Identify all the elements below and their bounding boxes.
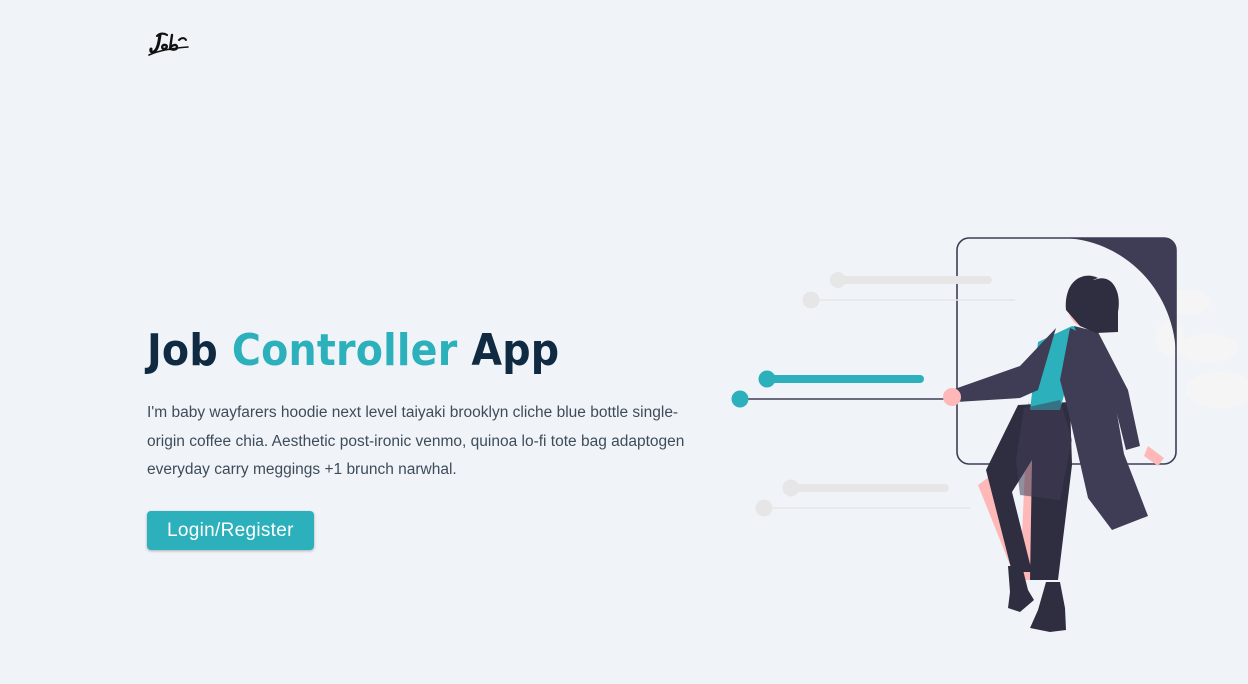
title-job: Job: [147, 325, 218, 376]
login-register-button[interactable]: Login/Register: [147, 510, 314, 550]
slider-bottom: [755, 479, 970, 517]
slider-active: [731, 370, 948, 408]
title-app: App: [471, 325, 560, 376]
woman-figure: [943, 275, 1164, 632]
hero-description: I'm baby wayfarers hoodie next level tai…: [147, 404, 685, 479]
slider-top: [802, 272, 1015, 309]
jobs-logo-icon[interactable]: [148, 28, 190, 58]
title-controller-accent: Controller: [231, 325, 458, 376]
woman-pulling-sliders-illustration: [731, 237, 1248, 632]
hero-section: Job Controller App I'm baby wayfarers ho…: [147, 320, 707, 550]
page-title: Job Controller App: [147, 320, 707, 382]
